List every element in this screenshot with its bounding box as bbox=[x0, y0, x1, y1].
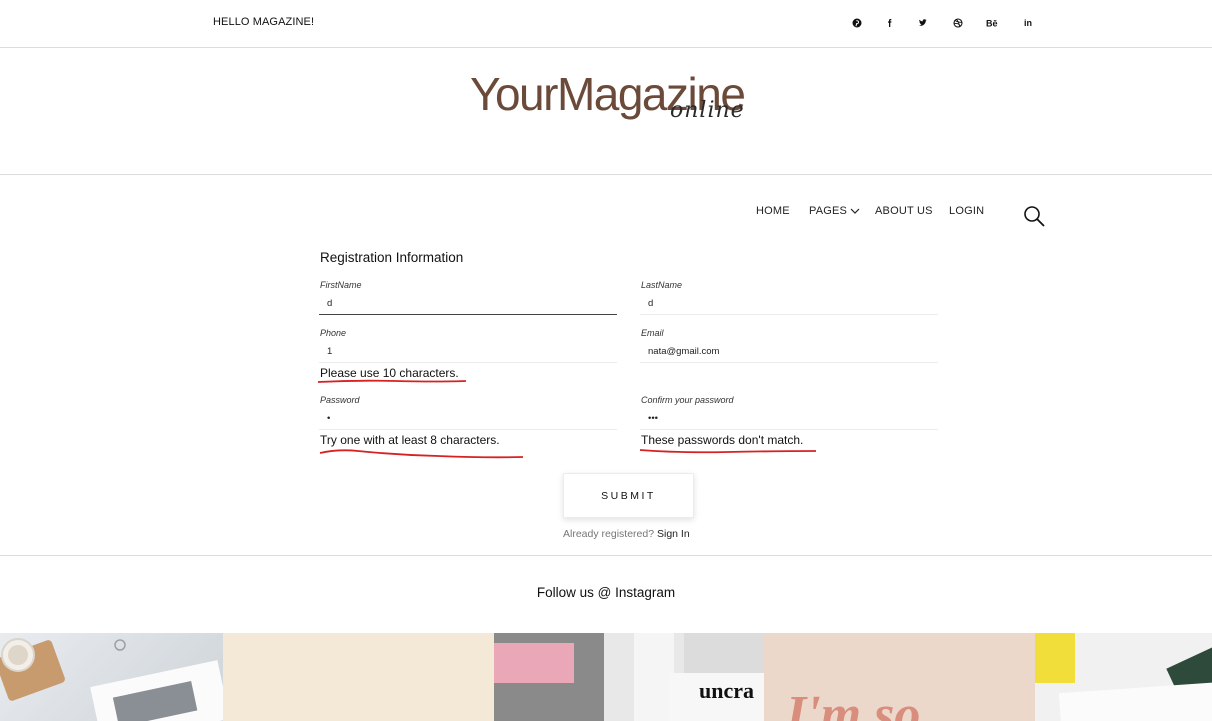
password-label: Password bbox=[320, 395, 360, 405]
svg-text:Bē: Bē bbox=[986, 19, 998, 29]
chevron-down-icon bbox=[850, 208, 860, 214]
instagram-tile-4-image: I'm so bbox=[785, 686, 920, 721]
behance-icon[interactable]: Bē bbox=[985, 15, 1003, 31]
nav-pages-label: PAGES bbox=[809, 205, 848, 217]
first-name-field[interactable] bbox=[319, 293, 617, 315]
confirm-password-error: These passwords don't match. bbox=[641, 433, 804, 447]
section-divider bbox=[0, 555, 1212, 556]
svg-text:in: in bbox=[1024, 18, 1032, 28]
submit-button[interactable]: SUBMIT bbox=[563, 473, 694, 518]
already-registered: Already registered? Sign In bbox=[563, 528, 690, 540]
last-name-label: LastName bbox=[641, 280, 683, 290]
instagram-tile-1[interactable] bbox=[0, 633, 223, 721]
phone-error-underline bbox=[317, 379, 467, 383]
confirm-password-field[interactable] bbox=[640, 408, 938, 430]
logo-sub-text: online bbox=[670, 98, 745, 123]
instagram-tile-5-image bbox=[1035, 633, 1212, 721]
instagram-tile-3-text: uncra bbox=[699, 678, 754, 703]
greeting-text: HELLO MAGAZINE! bbox=[213, 16, 315, 28]
instagram-tile-4[interactable]: I'm so bbox=[764, 633, 1035, 721]
twitter-icon[interactable] bbox=[915, 15, 931, 31]
instagram-tile-5[interactable] bbox=[1035, 633, 1212, 721]
password-error-underline bbox=[319, 449, 524, 459]
email-field[interactable] bbox=[640, 341, 938, 363]
pinterest-icon[interactable] bbox=[849, 15, 865, 31]
nav-pages[interactable]: PAGES bbox=[809, 205, 860, 217]
instagram-tile-1-image bbox=[0, 638, 223, 721]
linkedin-icon[interactable]: in bbox=[1021, 15, 1037, 31]
already-registered-text: Already registered? bbox=[563, 528, 655, 540]
nav-home[interactable]: HOME bbox=[756, 205, 790, 217]
nav-login[interactable]: LOGIN bbox=[949, 205, 984, 217]
confirm-password-label: Confirm your password bbox=[641, 395, 734, 405]
first-name-label: FirstName bbox=[320, 280, 362, 290]
sign-in-link[interactable]: Sign In bbox=[657, 528, 690, 540]
password-field[interactable] bbox=[319, 408, 617, 430]
facebook-icon[interactable] bbox=[882, 15, 898, 31]
confirm-error-underline bbox=[639, 449, 817, 454]
instagram-tile-3[interactable]: uncra bbox=[494, 633, 764, 721]
dribbble-icon[interactable] bbox=[950, 15, 966, 31]
nav-about[interactable]: ABOUT US bbox=[875, 205, 933, 217]
password-error: Try one with at least 8 characters. bbox=[320, 433, 500, 447]
last-name-field[interactable] bbox=[640, 293, 938, 315]
email-label: Email bbox=[641, 328, 664, 338]
instagram-tile-4-text: I'm so bbox=[785, 686, 920, 721]
top-bar: HELLO MAGAZINE! Bē in bbox=[0, 0, 1212, 48]
site-logo[interactable]: YourMagazine online bbox=[470, 70, 800, 130]
phone-label: Phone bbox=[320, 328, 347, 338]
instagram-tile-2[interactable] bbox=[223, 633, 494, 721]
follow-instagram-title: Follow us @ Instagram bbox=[536, 585, 676, 600]
search-icon[interactable] bbox=[1022, 204, 1046, 228]
instagram-tile-3-image: uncra bbox=[494, 633, 764, 721]
form-title: Registration Information bbox=[320, 250, 464, 265]
phone-field[interactable] bbox=[319, 341, 617, 363]
